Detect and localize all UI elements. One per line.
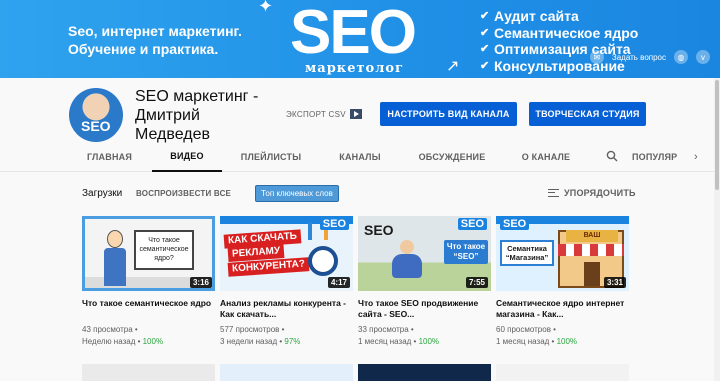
avatar-text: SEO [81, 118, 111, 134]
video-meta: 577 просмотров • 3 недели назад • 97% [220, 325, 301, 346]
tab-playlists[interactable]: ПЛЕЙЛИСТЫ [236, 142, 306, 172]
tab-discussion[interactable]: ОБСУЖДЕНИЕ [414, 142, 490, 172]
video-thumbnail[interactable] [358, 364, 491, 381]
video-grid-row2 [82, 364, 642, 381]
channel-title: SEO маркетинг - Дмитрий Медведев [135, 88, 259, 143]
signal-icon: ✦ [258, 0, 274, 16]
video-duration: 7:55 [465, 277, 488, 288]
video-card[interactable]: Что такое семантическое ядро? 3:16 Что т… [82, 216, 215, 348]
video-age: 1 месяц назад [358, 337, 412, 346]
customize-channel-button[interactable]: НАСТРОИТЬ ВИД КАНАЛА [380, 102, 517, 126]
tab-channels[interactable]: КАНАЛЫ [328, 142, 392, 172]
export-csv-button[interactable]: ЭКСПОРТ CSV [286, 109, 362, 119]
video-thumbnail[interactable] [220, 364, 353, 381]
chat-icon[interactable]: ✉ [589, 50, 604, 64]
vk-icon[interactable]: v [696, 50, 710, 64]
creator-studio-button[interactable]: ТВОРЧЕСКАЯ СТУДИЯ [529, 102, 646, 126]
thumb-caption: Семантика “Магазина” [500, 240, 554, 266]
video-thumbnail[interactable]: Семантика “Магазина” ВАШ МАГАЗИН SEO 3:3… [496, 216, 629, 291]
video-thumbnail[interactable]: SEO Что такое “SEO” SEO 7:55 [358, 216, 491, 291]
chevron-right-icon[interactable]: › [694, 151, 698, 163]
shop-sign: ВАШ МАГАЗИН [566, 230, 618, 251]
sort-button[interactable]: УПОРЯДОЧИТЬ [548, 188, 636, 198]
video-rating: 97% [284, 337, 301, 346]
ask-question-link[interactable]: Задать вопрос [612, 53, 666, 62]
service-item: Семантическое ядро [480, 25, 638, 42]
video-views: 33 просмотра [358, 325, 409, 334]
thumb-caption: Что такое “SEO” [444, 240, 488, 264]
export-icon [349, 109, 362, 119]
channel-header: SEO SEO маркетинг - Дмитрий Медведев ЭКС… [0, 78, 720, 148]
meditating-figure [392, 240, 422, 284]
tab-videos[interactable]: ВИДЕО [152, 142, 222, 172]
video-card[interactable]: SEO Что такое “SEO” SEO 7:55 Что такое S… [358, 216, 491, 348]
seo-badge: SEO [319, 218, 349, 230]
search-icon[interactable] [606, 150, 618, 162]
channel-tabs: ГЛАВНАЯ ВИДЕО ПЛЕЙЛИСТЫ КАНАЛЫ ОБСУЖДЕНИ… [0, 142, 720, 172]
video-views: 577 просмотров [220, 325, 280, 334]
video-duration: 4:17 [327, 277, 350, 288]
video-title[interactable]: Что такое семантическое ядро [82, 298, 215, 320]
play-all-button[interactable]: ВОСПРОИЗВЕСТИ ВСЕ [136, 189, 231, 198]
banner-links: ✉ Задать вопрос ◍ v [589, 50, 710, 64]
globe-icon[interactable]: ◍ [674, 50, 688, 64]
video-views: 43 просмотра [82, 325, 133, 334]
service-item: Аудит сайта [480, 8, 638, 25]
video-duration: 3:16 [189, 277, 212, 288]
seo-badge: SEO [500, 218, 530, 230]
export-csv-label: ЭКСПОРТ CSV [286, 109, 346, 119]
video-card[interactable]: КАК СКАЧАТЬ РЕКЛАМУ КОНКУРЕНТА? SEO 4:17… [220, 216, 353, 348]
banner-tagline-line1: Seo, интернет маркетинг. [68, 23, 242, 39]
top-keywords-button[interactable]: Топ ключевых слов [255, 185, 339, 202]
video-meta: 60 просмотров • 1 месяц назад • 100% [496, 325, 578, 346]
video-age: 3 недели назад [220, 337, 278, 346]
video-meta: 43 просмотра • Неделю назад • 100% [82, 325, 164, 346]
thumb-seo-text: SEO [364, 222, 394, 238]
video-thumbnail[interactable]: КАК СКАЧАТЬ РЕКЛАМУ КОНКУРЕНТА? SEO 4:17 [220, 216, 353, 291]
video-title[interactable]: Что такое SEO продвижение сайта - SEO... [358, 298, 491, 320]
scrollbar-thumb[interactable] [715, 80, 719, 190]
video-rating: 100% [142, 337, 164, 346]
video-views: 60 просмотров [496, 325, 551, 334]
video-thumbnail[interactable] [82, 364, 215, 381]
tab-about[interactable]: О КАНАЛЕ [514, 142, 578, 172]
tab-home[interactable]: ГЛАВНАЯ [82, 142, 137, 172]
banner-tagline: Seo, интернет маркетинг. Обучение и прак… [68, 22, 242, 58]
video-duration: 3:31 [603, 277, 626, 288]
sort-icon [548, 189, 559, 197]
video-age: Неделю назад [82, 337, 136, 346]
banner-tagline-line2: Обучение и практика. [68, 41, 219, 57]
video-title[interactable]: Анализ рекламы конкурента - Как скачать.… [220, 298, 353, 320]
tab-popular[interactable]: ПОПУЛЯР [632, 142, 682, 172]
channel-banner: Seo, интернет маркетинг. Обучение и прак… [0, 0, 720, 78]
video-title[interactable]: Семантическое ядро интернет магазина - К… [496, 298, 629, 320]
youtube-channel-page: Seo, интернет маркетинг. Обучение и прак… [0, 0, 720, 381]
video-meta: 33 просмотра • 1 месяц назад • 100% [358, 325, 440, 346]
sort-label: УПОРЯДОЧИТЬ [564, 188, 636, 198]
banner-logo-sub: маркетолог [305, 61, 404, 76]
video-rating: 100% [556, 337, 578, 346]
banner-logo: SEO [290, 0, 417, 67]
uploads-shelf-header: Загрузки ВОСПРОИЗВЕСТИ ВСЕ Топ ключевых … [82, 184, 642, 206]
magnifier-icon [308, 246, 338, 276]
video-thumbnail[interactable]: Что такое семантическое ядро? 3:16 [82, 216, 215, 291]
page-scrollbar[interactable] [714, 78, 720, 381]
seo-badge: SEO [457, 218, 487, 230]
video-rating: 100% [418, 337, 440, 346]
arrow-icon: ↗ [446, 58, 460, 75]
avatar[interactable]: SEO [69, 88, 123, 142]
video-thumbnail[interactable] [496, 364, 629, 381]
video-age: 1 месяц назад [496, 337, 550, 346]
banner-services: Аудит сайта Семантическое ядро Оптимизац… [480, 8, 638, 74]
video-card[interactable]: Семантика “Магазина” ВАШ МАГАЗИН SEO 3:3… [496, 216, 629, 348]
shelf-title[interactable]: Загрузки [82, 188, 122, 199]
